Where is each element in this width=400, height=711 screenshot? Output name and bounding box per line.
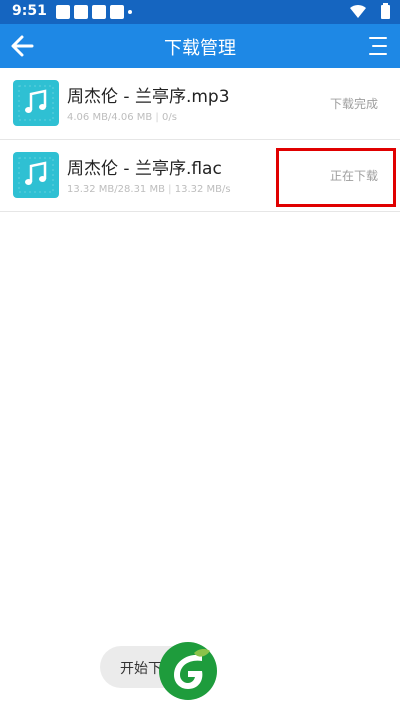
file-name: 周杰伦 - 兰亭序.mp3 <box>67 87 230 107</box>
file-progress: 4.06 MB/4.06 MB | 0/s <box>67 112 177 123</box>
menu-lines-icon <box>369 37 387 55</box>
file-name: 周杰伦 - 兰亭序.flac <box>67 159 222 179</box>
status-bar: 9:51 <box>0 0 400 24</box>
leaf-logo-icon <box>159 642 217 700</box>
wifi-icon <box>350 4 366 19</box>
toast-text: 开始下 <box>120 661 162 677</box>
music-file-icon <box>13 80 59 126</box>
highlight-annotation <box>276 148 396 207</box>
notification-icon <box>110 5 124 19</box>
file-speed: 0/s <box>161 112 177 123</box>
file-size: 13.32 MB/28.31 MB <box>67 184 165 195</box>
app-toolbar: 下载管理 <box>0 24 400 68</box>
file-size: 4.06 MB/4.06 MB <box>67 112 153 123</box>
status-time: 9:51 <box>12 3 47 19</box>
file-speed: 13.32 MB/s <box>174 184 231 195</box>
battery-icon <box>381 3 390 19</box>
notification-icon <box>56 5 70 19</box>
notification-icon <box>92 5 106 19</box>
download-item[interactable]: 周杰伦 - 兰亭序.mp3 4.06 MB/4.06 MB | 0/s 下载完成 <box>0 68 400 140</box>
download-status[interactable]: 下载完成 <box>330 95 378 112</box>
menu-button[interactable] <box>362 32 392 60</box>
page-title: 下载管理 <box>164 38 236 59</box>
more-notifications-icon <box>128 10 132 14</box>
notification-icon <box>74 5 88 19</box>
music-file-icon <box>13 152 59 198</box>
file-progress: 13.32 MB/28.31 MB | 13.32 MB/s <box>67 184 231 195</box>
